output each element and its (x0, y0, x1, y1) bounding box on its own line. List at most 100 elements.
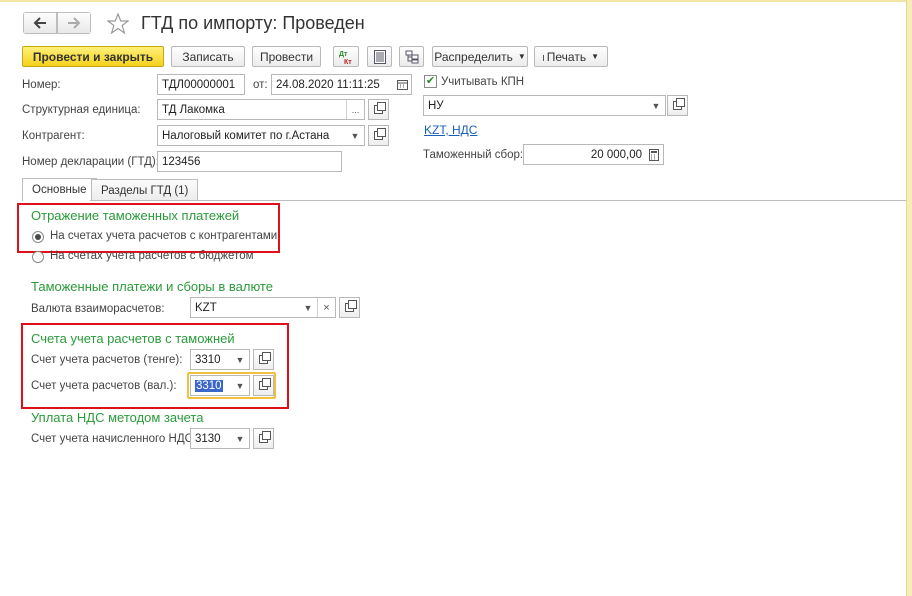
calendar-icon[interactable] (393, 75, 411, 94)
vat-title: Уплата НДС методом зачета (31, 410, 204, 425)
svg-text:Дт: Дт (339, 51, 348, 58)
open-form-icon (259, 378, 271, 390)
radio-budget-label: На счетах учета расчетов с бюджетом (50, 250, 254, 262)
currency-title: Таможенные платежи и сборы в валюте (31, 279, 273, 294)
open-form-icon (374, 128, 386, 140)
structure-button[interactable] (399, 46, 424, 67)
open-form-icon (259, 352, 271, 364)
open-form-icon (259, 431, 271, 443)
contractor-value: Налоговый комитет по г.Астана (162, 129, 330, 142)
kzt-vat-link[interactable]: KZT, НДС (424, 123, 477, 137)
document-list-icon (373, 49, 386, 64)
active-tab-gap (23, 199, 90, 201)
print-label: Печать (546, 49, 587, 64)
date-label: от: (253, 79, 268, 91)
nu-value: НУ (428, 99, 444, 112)
number-value: ТДЛ00000001 (162, 78, 236, 91)
radio-contractors-label: На счетах учета расчетов с контрагентами (50, 230, 278, 242)
checkmark-icon: ✔ (425, 75, 436, 87)
chevron-down-icon: ▼ (517, 52, 526, 61)
svg-text:Кт: Кт (344, 59, 352, 65)
acc-tenge-label: Счет учета расчетов (тенге): (31, 354, 183, 366)
customs-fee-field[interactable]: 20 000,00 (523, 144, 664, 165)
radio-dot (35, 234, 41, 240)
dt-kt-button[interactable]: Дт Кт (333, 46, 359, 67)
date-field[interactable]: 24.08.2020 11:11:25 (271, 74, 412, 95)
nav-buttons (23, 12, 91, 34)
contractor-open-button[interactable] (368, 125, 389, 146)
open-form-icon (374, 102, 386, 114)
print-dropdown[interactable]: Печать ▼ (534, 46, 608, 67)
tab-divider (22, 200, 906, 201)
right-panel-edge (906, 0, 912, 596)
printer-icon (543, 54, 544, 61)
open-form-icon (345, 300, 357, 312)
vat-open-button[interactable] (253, 428, 274, 449)
currency-field[interactable]: KZT ▼ × (190, 297, 336, 318)
customs-fee-label: Таможенный сбор: (423, 149, 524, 161)
distribute-dropdown[interactable]: Распределить ▼ (432, 46, 528, 67)
acc-val-value: 3310 (195, 379, 223, 392)
nu-field[interactable]: НУ ▼ (423, 95, 666, 116)
kpn-label: Учитывать КПН (441, 76, 525, 88)
accounts-title: Счета учета расчетов с таможней (31, 331, 235, 346)
arrow-left-icon (33, 17, 46, 29)
customs-fee-value: 20 000,00 (590, 148, 642, 161)
tab-gtd-sections[interactable]: Разделы ГТД (1) (91, 179, 199, 201)
unit-label: Структурная единица: (22, 104, 141, 116)
chevron-down-icon[interactable]: ▼ (231, 350, 249, 369)
chevron-down-icon[interactable]: ▼ (647, 96, 665, 115)
hierarchy-icon (405, 50, 418, 63)
kpn-checkbox[interactable]: ✔ (424, 75, 437, 88)
select-dots-icon[interactable]: ... (346, 100, 364, 119)
favorite-star[interactable] (106, 12, 130, 37)
star-icon (106, 12, 130, 35)
chevron-down-icon[interactable]: ▼ (231, 376, 249, 395)
contractor-field[interactable]: Налоговый комитет по г.Астана ▼ (157, 125, 365, 146)
unit-field[interactable]: ТД Лакомка ... (157, 99, 365, 120)
gtd-value: 123456 (162, 155, 201, 168)
chevron-down-icon: ▼ (591, 52, 599, 61)
currency-value: KZT (195, 301, 217, 314)
post-button[interactable]: Провести (252, 46, 321, 67)
unit-open-button[interactable] (368, 99, 389, 120)
forward-button[interactable] (57, 12, 91, 34)
acc-tenge-open-button[interactable] (253, 349, 274, 370)
vat-label: Счет учета начисленного НДС: (31, 433, 197, 445)
radio-budget[interactable] (32, 251, 44, 263)
chevron-down-icon[interactable]: ▼ (231, 429, 249, 448)
vat-field[interactable]: 3130 ▼ (190, 428, 250, 449)
top-border (0, 0, 912, 2)
gtd-field[interactable]: 123456 (157, 151, 342, 172)
acc-val-open-button[interactable] (253, 375, 274, 396)
radio-contractors[interactable] (32, 231, 44, 243)
number-field[interactable]: ТДЛ00000001 (157, 74, 245, 95)
vat-value: 3130 (195, 432, 221, 445)
gtd-label: Номер декларации (ГТД): (22, 156, 159, 168)
calculator-icon[interactable] (645, 145, 663, 164)
currency-label: Валюта взаиморасчетов: (31, 303, 165, 315)
clear-icon[interactable]: × (317, 298, 335, 317)
reflection-title: Отражение таможенных платежей (31, 208, 240, 223)
contractor-label: Контрагент: (22, 130, 85, 142)
acc-val-field[interactable]: 3310 ▼ (190, 375, 250, 396)
tab-main[interactable]: Основные (22, 178, 97, 201)
acc-tenge-field[interactable]: 3310 ▼ (190, 349, 250, 370)
report-button[interactable] (367, 46, 392, 67)
currency-open-button[interactable] (339, 297, 360, 318)
nu-open-button[interactable] (667, 95, 688, 116)
dt-kt-icon: ДтКт (339, 51, 352, 65)
chevron-down-icon[interactable]: ▼ (299, 298, 317, 317)
date-value: 24.08.2020 11:11:25 (276, 78, 380, 91)
post-and-close-button[interactable]: Провести и закрыть (22, 46, 164, 67)
back-button[interactable] (23, 12, 57, 34)
open-form-icon (673, 98, 685, 110)
unit-value: ТД Лакомка (162, 103, 225, 116)
chevron-down-icon[interactable]: ▼ (346, 126, 364, 145)
number-label: Номер: (22, 79, 61, 91)
save-button[interactable]: Записать (171, 46, 245, 67)
distribute-label: Распределить (434, 49, 513, 64)
acc-tenge-value: 3310 (195, 353, 221, 366)
page-title: ГТД по импорту: Проведен (141, 13, 365, 33)
acc-val-label: Счет учета расчетов (вал.): (31, 380, 177, 392)
